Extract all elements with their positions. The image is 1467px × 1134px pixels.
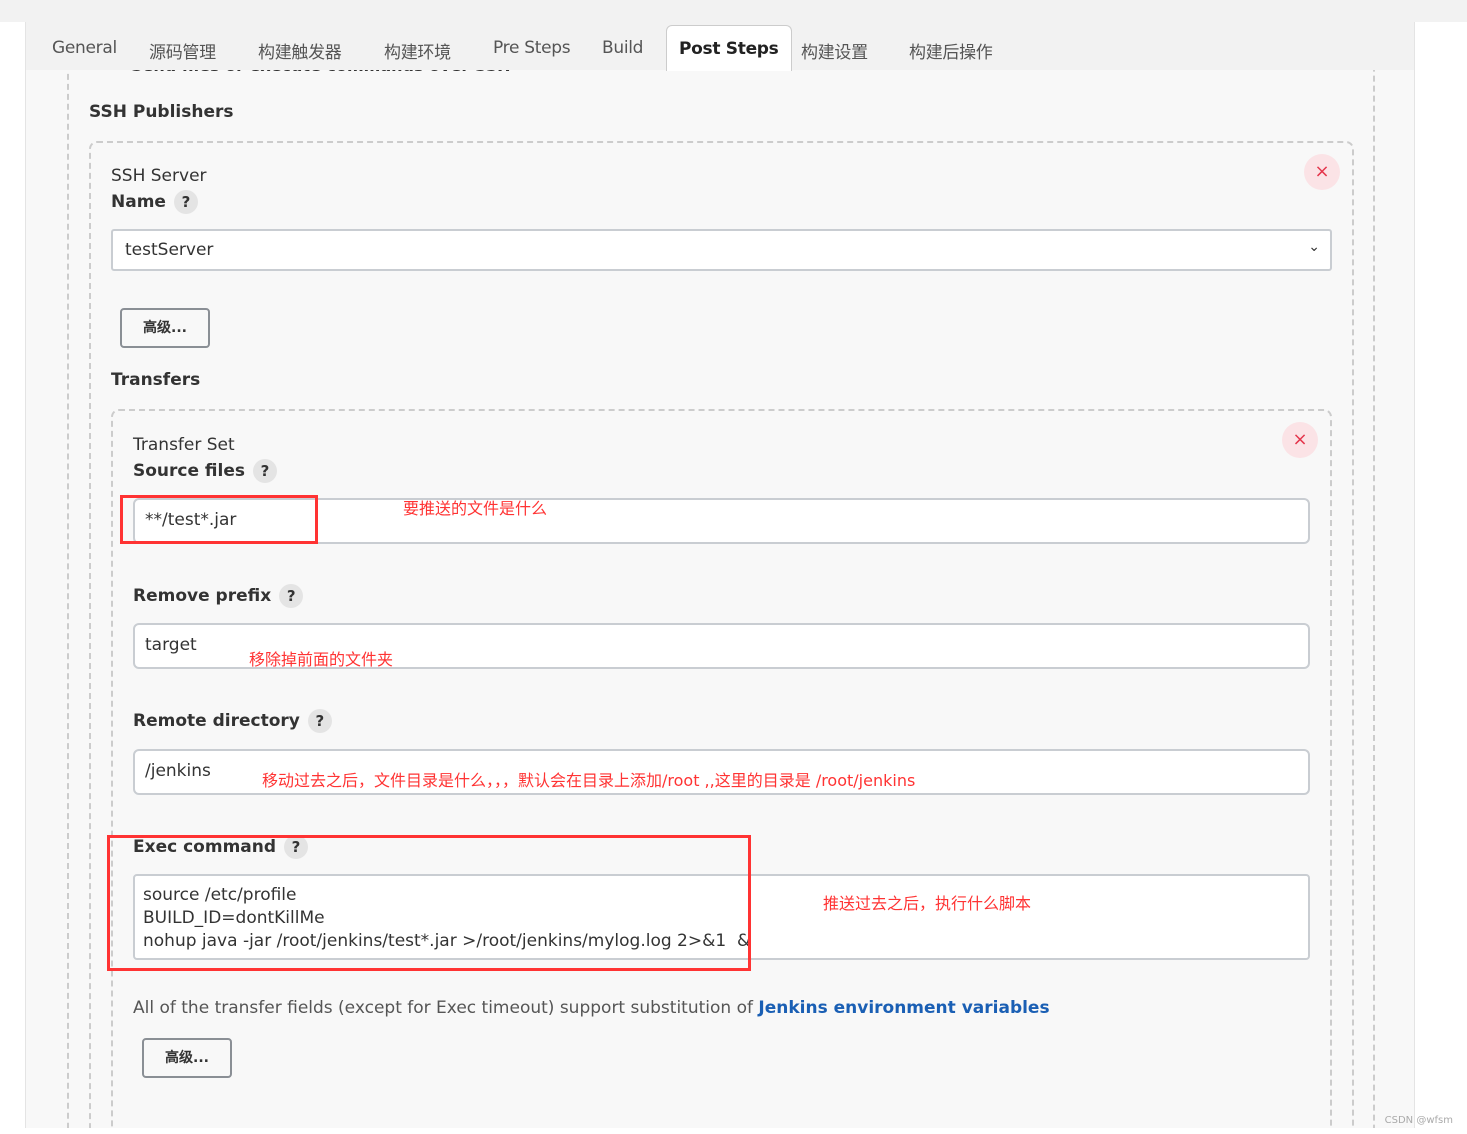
name-label-text: Name [111,192,166,212]
tab-scm[interactable]: 源码管理 [149,38,216,63]
transfers-label: Transfers [111,370,201,390]
tab-post-build[interactable]: 构建后操作 [909,38,993,63]
tab-triggers[interactable]: 构建触发器 [258,38,342,63]
tab-build[interactable]: Build [602,38,643,58]
server-name-select[interactable]: testServer ⌄ [111,229,1332,271]
annotation-box [107,835,751,971]
remote-directory-label: Remote directory? [133,709,332,733]
info-text-body: All of the transfer fields (except for E… [133,998,759,1018]
help-icon[interactable]: ? [173,190,198,214]
annotation-remote: 移动过去之后，文件目录是什么，，，默认会在目录上添加/root ,,这里的目录是… [262,771,916,790]
source-files-label: Source files? [133,459,278,483]
remove-prefix-label: Remove prefix? [133,584,304,608]
delete-server-button[interactable]: × [1304,154,1340,190]
close-icon: × [1314,161,1330,182]
tab-build-env[interactable]: 构建环境 [384,38,451,63]
transfer-set-heading: Transfer Set [133,435,235,455]
annotation-source: 要推送的文件是什么 [403,499,548,518]
help-icon[interactable]: ? [253,459,278,483]
env-vars-link[interactable]: Jenkins environment variables [758,998,1049,1018]
config-panel: General 源码管理 构建触发器 构建环境 Pre Steps Build … [25,22,1415,1128]
chevron-down-icon: ⌄ [1308,239,1320,255]
ssh-publishers-label: SSH Publishers [89,102,234,122]
info-text: All of the transfer fields (except for E… [133,998,1050,1018]
annotation-prefix: 移除掉前面的文件夹 [249,650,394,669]
annotation-exec: 推送过去之后，执行什么脚本 [823,894,1032,913]
server-advanced-button[interactable]: 高级... [120,308,210,348]
name-label: Name? [111,190,198,214]
ssh-server-heading: SSH Server [111,166,207,186]
delete-transfer-button[interactable]: × [1282,422,1318,458]
tab-pre-steps[interactable]: Pre Steps [493,38,571,58]
close-icon: × [1292,429,1308,450]
tab-post-steps[interactable]: Post Steps [666,25,792,71]
remote-directory-text: Remote directory [133,711,300,731]
annotation-box [120,495,318,544]
transfer-advanced-button[interactable]: 高级... [142,1038,232,1078]
watermark: CSDN @wfsm [1384,1115,1453,1126]
server-name-value: testServer [125,240,214,260]
top-strip [0,0,1467,22]
remove-prefix-text: Remove prefix [133,586,272,606]
tab-bar: General 源码管理 构建触发器 构建环境 Pre Steps Build … [26,22,1414,71]
source-files-text: Source files [133,461,246,481]
help-icon[interactable]: ? [307,709,332,733]
help-icon[interactable]: ? [279,584,304,608]
tab-build-settings[interactable]: 构建设置 [801,38,868,63]
tab-general[interactable]: General [52,38,117,58]
